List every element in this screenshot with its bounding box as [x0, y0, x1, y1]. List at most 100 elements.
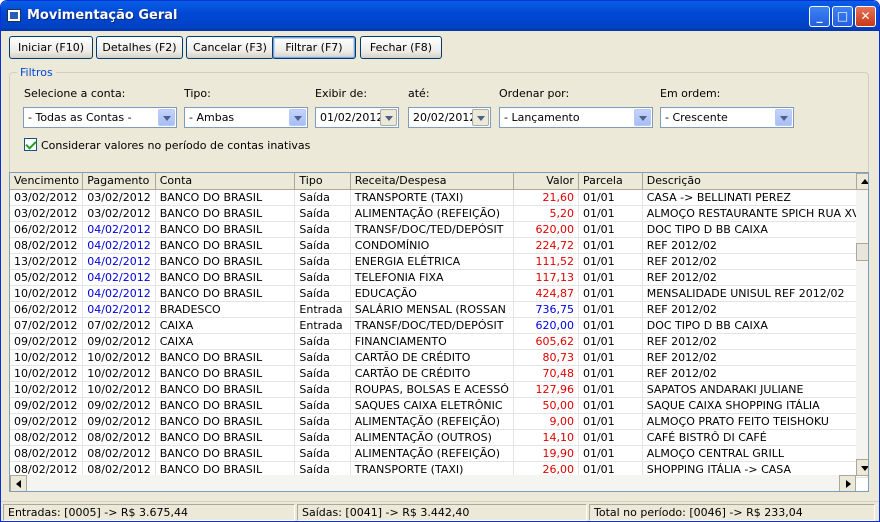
table-row[interactable]: 08/02/2012 08/02/2012 BANCO DO BRASIL Saída… [10, 429, 868, 446]
column-header[interactable]: Vencimento [10, 173, 84, 190]
table-cell-tipo: Saída [294, 397, 351, 414]
column-header[interactable]: Parcela [578, 173, 643, 190]
vertical-scrollbar[interactable] [856, 173, 868, 476]
table-cell-conta: BANCO DO BRASIL [155, 269, 296, 286]
table-cell-venc: 03/02/2012 [10, 189, 84, 206]
table-row[interactable]: 13/02/2012 04/02/2012 BANCO DO BRASIL Saída… [10, 253, 868, 270]
maximize-button[interactable]: □ [832, 6, 853, 27]
horizontal-scrollbar[interactable] [10, 475, 856, 491]
table-row[interactable]: 10/02/2012 10/02/2012 BANCO DO BRASIL Saída… [10, 349, 868, 366]
filtrar-button[interactable]: Filtrar (F7) [272, 36, 356, 59]
table-row[interactable]: 05/02/2012 04/02/2012 BANCO DO BRASIL Saída… [10, 269, 868, 286]
inactive-accounts-label[interactable]: Considerar valores no período de contas … [41, 139, 310, 152]
iniciar-button[interactable]: Iniciar (F10) [9, 36, 93, 59]
table-cell-desc: DOC TIPO D BB CAIXA [642, 221, 868, 238]
table-row[interactable]: 08/02/2012 08/02/2012 BANCO DO BRASIL Saída… [10, 445, 868, 462]
table-row[interactable]: 07/02/2012 07/02/2012 CAIXA Entrada TRANSF/D… [10, 317, 868, 334]
scroll-up-button[interactable] [856, 173, 868, 190]
transactions-grid[interactable]: Vencimento Pagamento Conta Tipo Receita/… [9, 172, 869, 492]
ate-date-field[interactable]: 20/02/2012 [408, 107, 491, 128]
detalhes-button[interactable]: Detalhes (F2) [96, 36, 183, 59]
table-cell-rd: CARTÃO DE CRÉDITO [350, 349, 514, 366]
column-header[interactable]: Descrição [642, 173, 868, 190]
conta-select[interactable]: - Todas as Contas - [23, 107, 177, 128]
table-cell-pag: 04/02/2012 [82, 269, 156, 286]
table-cell-pag: 09/02/2012 [82, 413, 156, 430]
table-cell-parcela: 01/01 [578, 237, 643, 254]
table-cell-tipo: Saída [294, 269, 351, 286]
ate-label: até: [408, 87, 430, 100]
exibir-date-field[interactable]: 01/02/2012 [315, 107, 399, 128]
scroll-down-button[interactable] [856, 459, 868, 476]
table-row[interactable]: 06/02/2012 04/02/2012 BRADESCO Entrada SALÁR… [10, 301, 868, 318]
table-cell-venc: 09/02/2012 [10, 333, 84, 350]
table-cell-pag: 09/02/2012 [82, 397, 156, 414]
table-cell-valor: 19,90 [513, 445, 579, 462]
table-cell-pag: 09/02/2012 [82, 333, 156, 350]
scroll-right-button[interactable] [839, 475, 856, 491]
chevron-down-icon[interactable] [775, 109, 792, 126]
table-cell-conta: BANCO DO BRASIL [155, 349, 296, 366]
ordenar-label: Ordenar por: [499, 87, 570, 100]
ordem-select[interactable]: - Crescente [660, 107, 794, 128]
table-cell-pag: 10/02/2012 [82, 349, 156, 366]
table-cell-tipo: Entrada [294, 301, 351, 318]
table-row[interactable]: 10/02/2012 04/02/2012 BANCO DO BRASIL Saída… [10, 285, 868, 302]
column-header[interactable]: Pagamento [82, 173, 156, 190]
table-row[interactable]: 10/02/2012 10/02/2012 BANCO DO BRASIL Saída… [10, 365, 868, 382]
table-cell-desc: DOC TIPO D BB CAIXA [642, 317, 868, 334]
chevron-down-icon[interactable] [289, 109, 306, 126]
calendar-dropdown-icon[interactable] [472, 109, 489, 126]
table-cell-valor: 80,73 [513, 349, 579, 366]
table-cell-venc: 10/02/2012 [10, 349, 84, 366]
table-cell-pag: 04/02/2012 [82, 221, 156, 238]
column-header[interactable]: Conta [155, 173, 296, 190]
column-header[interactable]: Receita/Despesa [350, 173, 514, 190]
table-cell-pag: 08/02/2012 [82, 445, 156, 462]
table-row[interactable]: 10/02/2012 10/02/2012 BANCO DO BRASIL Saída… [10, 381, 868, 398]
filters-title: Filtros [17, 66, 56, 79]
table-cell-pag: 04/02/2012 [82, 301, 156, 318]
table-cell-venc: 08/02/2012 [10, 445, 84, 462]
table-cell-valor: 70,48 [513, 365, 579, 382]
table-cell-valor: 21,60 [513, 189, 579, 206]
title-bar[interactable]: Movimentação Geral _ □ ✕ [1, 1, 879, 31]
transactions-table: Vencimento Pagamento Conta Tipo Receita/… [10, 173, 868, 478]
table-cell-parcela: 01/01 [578, 413, 643, 430]
close-button[interactable]: ✕ [855, 6, 876, 27]
table-cell-desc: ALMOÇO PRATO FEITO TEISHOKU [642, 413, 868, 430]
table-row[interactable]: 09/02/2012 09/02/2012 BANCO DO BRASIL Saída… [10, 413, 868, 430]
conta-label: Selecione a conta: [24, 87, 126, 100]
table-cell-tipo: Saída [294, 365, 351, 382]
tipo-select[interactable]: - Ambas [184, 107, 308, 128]
table-row[interactable]: 08/02/2012 04/02/2012 BANCO DO BRASIL Saída… [10, 237, 868, 254]
table-cell-tipo: Saída [294, 445, 351, 462]
table-cell-rd: ROUPAS, BOLSAS E ACESSÓ [350, 381, 514, 398]
table-cell-venc: 05/02/2012 [10, 269, 84, 286]
calendar-dropdown-icon[interactable] [380, 109, 397, 126]
table-row[interactable]: 09/02/2012 09/02/2012 BANCO DO BRASIL Saída… [10, 397, 868, 414]
scroll-left-button[interactable] [10, 475, 27, 491]
table-row[interactable]: 09/02/2012 09/02/2012 CAIXA Saída FINANCIAME… [10, 333, 868, 350]
table-cell-conta: BANCO DO BRASIL [155, 429, 296, 446]
scroll-thumb[interactable] [856, 243, 868, 261]
table-cell-conta: BANCO DO BRASIL [155, 237, 296, 254]
inactive-accounts-checkbox[interactable] [24, 138, 37, 151]
column-header[interactable]: Valor [513, 173, 579, 190]
minimize-button[interactable]: _ [809, 6, 830, 27]
column-header[interactable]: Tipo [294, 173, 351, 190]
fechar-button[interactable]: Fechar (F8) [360, 36, 442, 59]
cancelar-button[interactable]: Cancelar (F3) [186, 36, 274, 59]
table-cell-parcela: 01/01 [578, 365, 643, 382]
table-row[interactable]: 06/02/2012 04/02/2012 BANCO DO BRASIL Saída… [10, 221, 868, 238]
table-cell-conta: BANCO DO BRASIL [155, 365, 296, 382]
table-cell-pag: 10/02/2012 [82, 381, 156, 398]
table-row[interactable]: 03/02/2012 03/02/2012 BANCO DO BRASIL Saída… [10, 205, 868, 222]
chevron-down-icon[interactable] [634, 109, 651, 126]
table-row[interactable]: 03/02/2012 03/02/2012 BANCO DO BRASIL Saída… [10, 189, 868, 206]
table-cell-pag: 04/02/2012 [82, 285, 156, 302]
ordenar-select[interactable]: - Lançamento [499, 107, 653, 128]
chevron-down-icon[interactable] [158, 109, 175, 126]
arrow-down-icon [861, 466, 868, 471]
table-cell-desc: REF 2012/02 [642, 237, 868, 254]
